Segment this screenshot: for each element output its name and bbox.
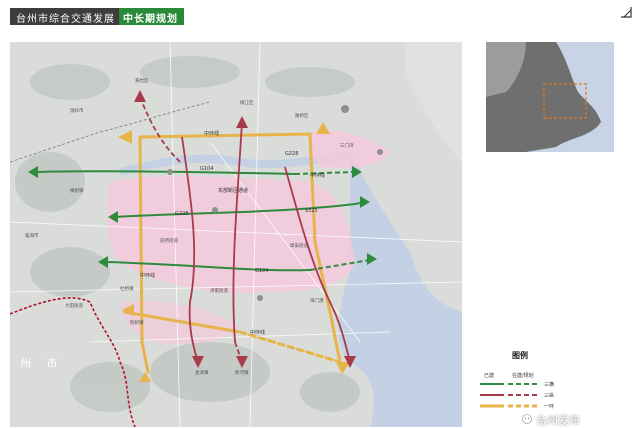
road-label: G228 [285,151,298,157]
road-label: 中环线 [204,130,219,137]
page-title-highlight: 中长期规划 [119,8,184,25]
place-label: 章安街道 [290,242,308,249]
place-label: 新河镇 [235,369,249,376]
place-label: 临海市 [25,232,39,239]
watermark: 台州发布 [536,414,580,427]
road-label: 东部新区通道 [218,187,248,194]
place-label: 杜桥镇 [120,285,134,292]
place-label: 横街镇 [70,187,84,194]
inset-map [486,42,614,152]
road-label: 中环线 [250,329,265,336]
road-label: S325 [305,208,318,214]
road-label: G104 [255,268,268,274]
legend-row-label: 一环 [544,404,555,410]
place-label: 椒江区 [240,99,254,106]
wechat-icon [522,414,532,424]
legend-row-label: 三横 [544,382,555,388]
inset-map-canvas [486,42,614,152]
road-label: G228 [175,211,188,217]
main-map: G228 G104 G228 G104 S325 东部新区通道 中环线 中环线 … [10,42,462,427]
place-label: 洪家街道 [210,287,228,294]
place-label: 大田街道 [65,302,83,309]
legend-row-label: 三纵 [544,393,555,399]
frame-corner-icon [621,7,632,18]
place-label: 温岭市 [70,107,84,114]
place-label: 三门湾 [340,142,354,149]
road-label: G104 [200,166,213,172]
place-label: 院桥镇 [130,319,144,326]
region-label: 州 市 [20,356,64,370]
main-map-canvas: G228 G104 G228 G104 S325 东部新区通道 中环线 中环线 … [10,42,462,427]
place-label: 前所街道 [160,237,178,244]
place-label: 黄岩区 [135,77,149,84]
place-label: 路桥区 [295,112,309,119]
page-header: 台州市综合交通发展 中长期规划 [10,8,184,25]
place-label: 金清镇 [195,369,209,376]
road-label: 中环线 [140,272,155,279]
place-label: 海门港 [310,297,324,304]
legend: 图例 已建 在建/规划 三横 三纵 一环 [478,350,564,420]
page-title: 台州市综合交通发展 [10,8,119,25]
road-label: 中环线 [310,172,325,179]
